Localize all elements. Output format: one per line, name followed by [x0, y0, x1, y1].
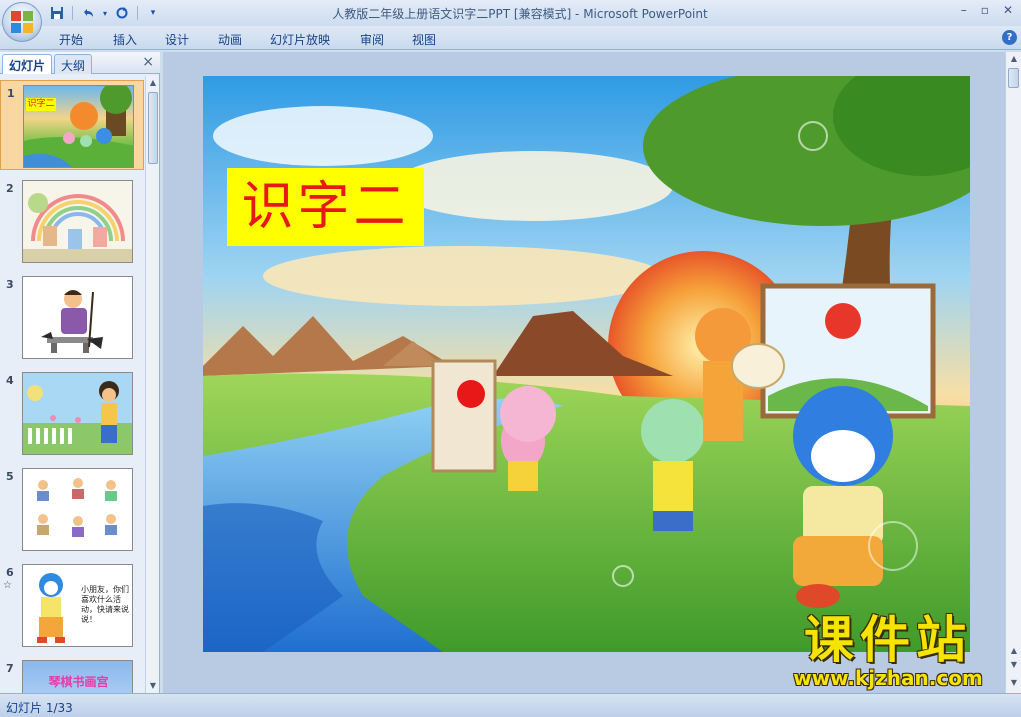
slide-counter: 幻灯片 1/33	[6, 701, 73, 715]
slide-number: 5	[6, 470, 14, 483]
slide-number: 6	[6, 566, 14, 579]
slide-number: 2	[6, 182, 14, 195]
qat-separator	[137, 6, 138, 20]
close-icon[interactable]: ✕	[1003, 3, 1013, 17]
scroll-up-icon[interactable]: ▲	[1006, 52, 1021, 66]
minimize-icon[interactable]: –	[961, 3, 967, 17]
help-icon[interactable]: ?	[1002, 30, 1017, 45]
previous-slide-icon[interactable]: ▲	[1006, 644, 1021, 658]
slide-title[interactable]: 识字二	[227, 168, 424, 246]
slide-thumbnail[interactable]: 识字二	[23, 85, 134, 168]
slide-thumbnail-row[interactable]: 5	[0, 464, 144, 554]
scroll-down-icon[interactable]: ▼	[1006, 676, 1021, 690]
watermark: 课件站 www.kjzhan.com	[768, 612, 1008, 692]
office-logo-icon	[11, 11, 33, 33]
slide-background-scene-icon	[203, 76, 970, 652]
slide-thumbnail[interactable]	[22, 372, 133, 455]
tab-animation[interactable]: 动画	[218, 31, 242, 48]
thumbnail-list: 1 识字二 2 3 4 5 6 ☆ 小朋友，你们喜欢什么活动，快请来说说！ 7 …	[0, 76, 144, 693]
title-bar: ▾ ▾ 人教版二年级上册语文识字二PPT [兼容模式] - Microsoft …	[0, 0, 1021, 42]
tab-home[interactable]: 开始	[59, 31, 83, 48]
restore-icon[interactable]: ▫	[981, 3, 989, 17]
slide3-erhu-player-icon	[23, 277, 132, 358]
watermark-logo: 课件站	[804, 611, 972, 669]
slide-thumbnail[interactable]	[22, 468, 133, 551]
tab-insert[interactable]: 插入	[113, 31, 137, 48]
slide-thumbnail[interactable]	[22, 180, 133, 263]
tab-review[interactable]: 审阅	[360, 31, 384, 48]
scroll-up-icon[interactable]: ▲	[146, 76, 160, 90]
slide4-girl-garden-icon	[23, 373, 132, 454]
slide-thumbnail-row[interactable]: 1 识字二	[0, 80, 144, 170]
customize-icon[interactable]: ▾	[144, 4, 162, 22]
tab-slideshow[interactable]: 幻灯片放映	[270, 31, 330, 48]
next-slide-icon[interactable]: ▼	[1006, 658, 1021, 672]
ribbon-tabs: 开始 插入 设计 动画 幻灯片放映 审阅 视图 ?	[0, 26, 1021, 50]
tab-outline[interactable]: 大纲	[54, 54, 93, 74]
slide-number: 7	[6, 662, 14, 675]
slide2-rainbow-scene-icon	[23, 181, 132, 262]
undo-icon[interactable]	[79, 4, 97, 22]
slide-number: 3	[6, 278, 14, 291]
slide-scrollbar[interactable]: ▲ ▲ ▼ ▼	[1005, 52, 1021, 693]
slide-thumbnail-row[interactable]: 3	[0, 272, 144, 362]
current-slide[interactable]: 识字二	[203, 76, 970, 652]
slide-thumbnail-row[interactable]: 4	[0, 368, 144, 458]
window-title: 人教版二年级上册语文识字二PPT [兼容模式] - Microsoft Powe…	[332, 7, 708, 21]
save-icon[interactable]	[48, 4, 66, 22]
slide-number: 4	[6, 374, 14, 387]
slide-thumbnail[interactable]: 琴棋书画宫	[22, 660, 133, 693]
window-controls: – ▫ ✕	[961, 3, 1013, 17]
scroll-thumb[interactable]	[148, 92, 158, 164]
slide-thumbnail-row[interactable]: 6 ☆ 小朋友，你们喜欢什么活动，快请来说说！	[0, 560, 144, 650]
qat-separator	[72, 6, 73, 20]
redo-icon[interactable]	[113, 4, 131, 22]
thumb-title: 识字二	[26, 98, 56, 111]
slide-thumbnail[interactable]	[22, 276, 133, 359]
thumb-text: 小朋友，你们喜欢什么活动，快请来说说！	[81, 585, 129, 624]
scroll-thumb[interactable]	[1008, 68, 1019, 88]
undo-dropdown-icon[interactable]: ▾	[101, 4, 109, 22]
tab-design[interactable]: 设计	[165, 31, 189, 48]
scroll-down-icon[interactable]: ▼	[146, 679, 160, 693]
animation-star-icon: ☆	[3, 580, 12, 591]
slide5-activities-grid-icon	[23, 469, 132, 550]
slide-thumbnail[interactable]: 小朋友，你们喜欢什么活动，快请来说说！	[22, 564, 133, 647]
thumb-text: 琴棋书画宫	[48, 675, 109, 689]
tab-slides[interactable]: 幻灯片	[2, 54, 53, 74]
tab-view[interactable]: 视图	[412, 31, 436, 48]
quick-access-toolbar: ▾ ▾	[48, 4, 162, 22]
slide-thumbnail-row[interactable]: 7 琴棋书画宫	[0, 656, 144, 693]
panel-tabs: 幻灯片 大纲 ×	[0, 52, 160, 74]
thumbnail-scrollbar[interactable]: ▲ ▼	[145, 76, 159, 693]
slides-panel: 幻灯片 大纲 × 1 识字二 2 3 4 5 6 ☆ 小朋友，你们喜欢什么活动，…	[0, 52, 160, 693]
slide-number: 1	[7, 87, 15, 100]
status-bar: 幻灯片 1/33	[0, 693, 1021, 717]
panel-close-icon[interactable]: ×	[142, 54, 154, 70]
slide-thumbnail-row[interactable]: 2	[0, 176, 144, 266]
slide-editing-area: 识字二	[163, 52, 1005, 693]
watermark-url: www.kjzhan.com	[793, 666, 983, 690]
office-button[interactable]	[2, 2, 42, 42]
